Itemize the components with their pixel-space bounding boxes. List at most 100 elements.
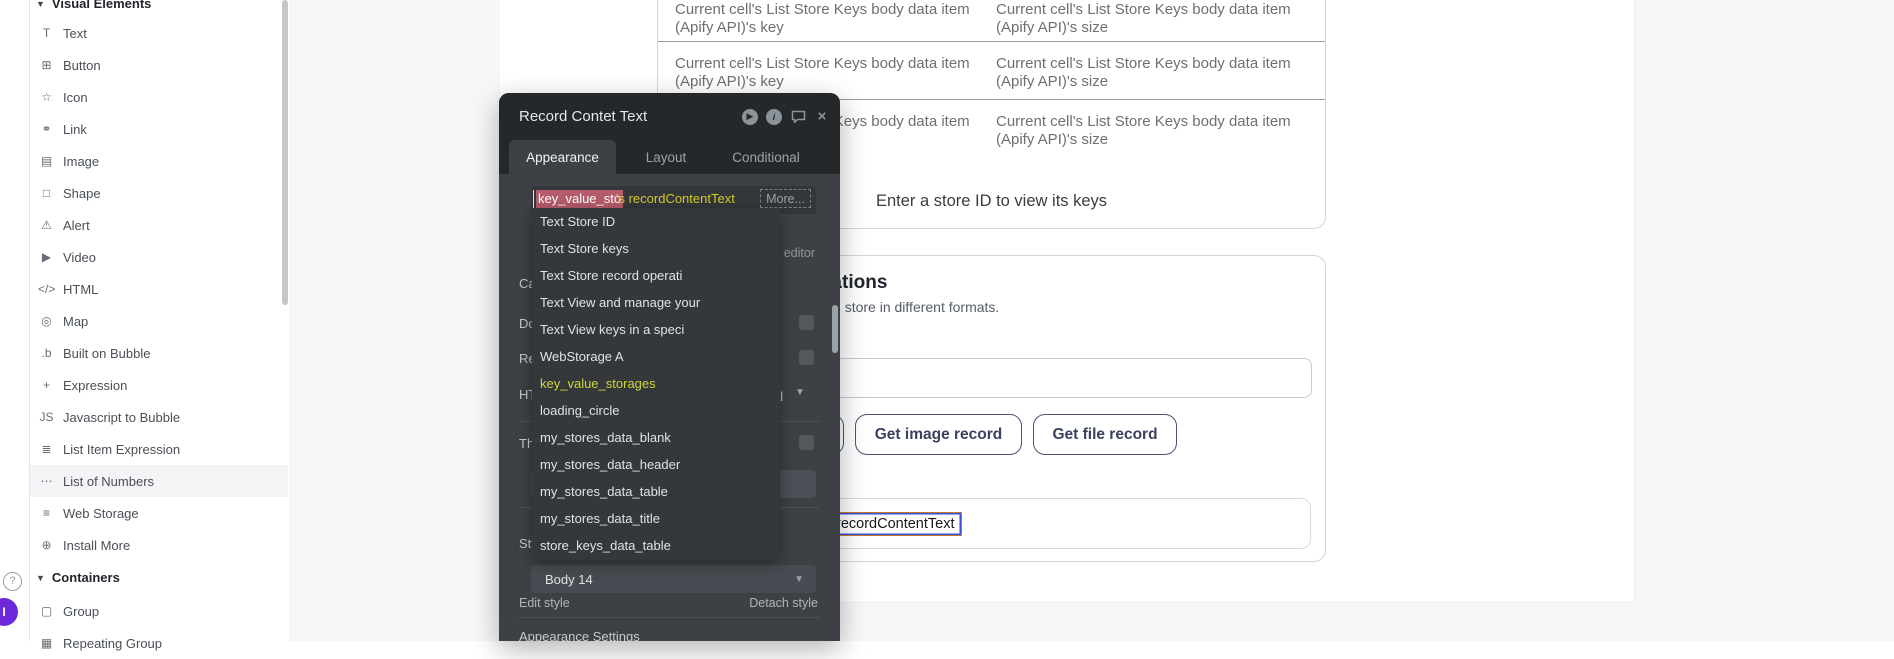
palette-item[interactable]: ⚭ Link — [30, 113, 288, 145]
autocomplete-option[interactable]: store_keys_data_table — [532, 532, 780, 559]
get-file-record-button[interactable]: Get file record — [1033, 414, 1177, 455]
palette-item[interactable]: □ Shape — [30, 177, 288, 209]
autocomplete-option[interactable]: my_stores_data_header — [532, 451, 780, 478]
autocomplete-option[interactable]: my_stores_data_blank — [532, 424, 780, 451]
info-icon[interactable]: i — [766, 109, 782, 125]
palette-item-label: Button — [63, 58, 101, 73]
autocomplete-option[interactable]: my_stores_data_table — [532, 478, 780, 505]
tab-layout[interactable]: Layout — [634, 140, 698, 174]
palette-item-list: T Text ⊞ Button ☆ Icon ⚭ Link ▤ Image □ … — [30, 17, 288, 561]
palette-item[interactable]: JS Javascript to Bubble — [30, 401, 288, 433]
palette-item[interactable]: ≣ List Item Expression — [30, 433, 288, 465]
palette-item-icon: .b — [38, 346, 55, 360]
key-cell: Current cell's List Store Keys body data… — [675, 1, 977, 41]
palette-item-label: Text — [63, 26, 87, 41]
autocomplete-option[interactable]: Text Store record operati — [532, 262, 780, 289]
palette-item-label: Web Storage — [63, 506, 139, 521]
help-button[interactable]: ? — [3, 572, 22, 591]
more-options[interactable]: More... — [760, 189, 811, 208]
panel-header[interactable]: Record Contet Text ▶ i × — [499, 93, 840, 140]
checkbox[interactable] — [799, 350, 814, 365]
size-cell: Current cell's List Store Keys body data… — [996, 55, 1316, 99]
autocomplete-dropdown: Text Store IDText Store keysText Store r… — [532, 208, 780, 560]
palette-item-label: Repeating Group — [63, 636, 162, 651]
palette-item-label: Image — [63, 154, 99, 169]
chevron-down-icon: ▼ — [794, 574, 804, 585]
palette-item-icon: + — [38, 378, 55, 392]
keys-row[interactable]: Current cell's List Store Keys body data… — [658, 42, 1325, 100]
palette-item-label: Map — [63, 314, 88, 329]
edit-style-link[interactable]: Edit style — [519, 596, 570, 610]
palette-item[interactable]: ☆ Icon — [30, 81, 288, 113]
palette-item-icon: ⚭ — [38, 122, 55, 136]
palette-item[interactable]: ◎ Map — [30, 305, 288, 337]
palette-item[interactable]: </> HTML — [30, 273, 288, 305]
style-select[interactable]: Body 14 ▼ — [531, 565, 816, 593]
tab-conditional[interactable]: Conditional — [723, 140, 809, 174]
get-image-record-button[interactable]: Get image record — [855, 414, 1022, 455]
autocomplete-option[interactable]: WebStorage A — [532, 343, 780, 370]
palette-item-label: Javascript to Bubble — [63, 410, 180, 425]
palette-item[interactable]: ⊞ Button — [30, 49, 288, 81]
palette-item-icon: </> — [38, 282, 55, 296]
detach-style-link[interactable]: Detach style — [749, 596, 818, 610]
container-item-list: ▢ Group ▦ Repeating Group — [30, 595, 288, 659]
autocomplete-option[interactable]: Text View and manage your — [532, 289, 780, 316]
panel-tabbar: Appearance Layout Conditional — [499, 140, 840, 174]
text-cursor — [533, 190, 534, 208]
palette-item[interactable]: ≡ Web Storage — [30, 497, 288, 529]
palette-item-label: Video — [63, 250, 96, 265]
palette-item[interactable]: ▢ Group — [30, 595, 288, 627]
palette-item-label: Shape — [63, 186, 101, 201]
autocomplete-option[interactable]: loading_circle — [532, 397, 780, 424]
property-editor-panel[interactable]: Record Contet Text ▶ i × Appearance Layo… — [499, 93, 840, 641]
checkbox[interactable] — [799, 435, 814, 450]
palette-item[interactable]: ▦ Repeating Group — [30, 627, 288, 659]
palette-item-icon: ☆ — [38, 90, 55, 104]
dropdown-scrollbar[interactable] — [832, 305, 838, 353]
palette-item-icon: ⊞ — [38, 58, 55, 72]
selected-expression-token[interactable]: key_value_sto — [536, 190, 623, 208]
palette-item[interactable]: ⋯ List of Numbers — [30, 465, 288, 497]
containers-header[interactable]: ▼ Containers — [36, 570, 120, 585]
preview-play-icon[interactable]: ▶ — [742, 109, 758, 125]
autocomplete-option[interactable]: Text Store ID — [532, 208, 780, 235]
elements-palette: ▼ Visual Elements T Text ⊞ Button ☆ Icon… — [30, 0, 288, 641]
palette-item[interactable]: ⚠ Alert — [30, 209, 288, 241]
visual-elements-header[interactable]: ▼ Visual Elements — [36, 0, 151, 11]
palette-item[interactable]: .b Built on Bubble — [30, 337, 288, 369]
tab-appearance[interactable]: Appearance — [509, 140, 616, 174]
keys-row[interactable]: Current cell's List Store Keys body data… — [658, 0, 1325, 42]
palette-item-icon: ≣ — [38, 442, 55, 456]
expression-suffix[interactable]: 's recordContentText — [616, 190, 735, 208]
checkbox[interactable] — [799, 315, 814, 330]
chevron-down-icon: ▼ — [36, 0, 45, 9]
size-cell: Current cell's List Store Keys body data… — [996, 1, 1316, 41]
palette-item[interactable]: ⊕ Install More — [30, 529, 288, 561]
palette-item-label: Expression — [63, 378, 127, 393]
palette-item-icon: ▦ — [38, 636, 55, 650]
appearance-settings-header: Appearance Settings — [519, 629, 640, 641]
palette-item-icon: □ — [38, 186, 55, 200]
palette-item-label: HTML — [63, 282, 98, 297]
autocomplete-option[interactable]: Text View keys in a speci — [532, 316, 780, 343]
palette-item[interactable]: ▶ Video — [30, 241, 288, 273]
close-icon[interactable]: × — [814, 109, 830, 125]
sidebar-scrollbar[interactable] — [282, 0, 288, 305]
palette-item[interactable]: + Expression — [30, 369, 288, 401]
autocomplete-option[interactable]: Text Store keys — [532, 235, 780, 262]
size-cell: Current cell's List Store Keys body data… — [996, 113, 1316, 158]
panel-title: Record Contet Text — [519, 108, 647, 125]
autocomplete-option[interactable]: key_value_storages — [532, 370, 780, 397]
containers-label: Containers — [52, 570, 120, 585]
palette-item-icon: ◎ — [38, 314, 55, 328]
palette-item[interactable]: T Text — [30, 17, 288, 49]
comment-icon[interactable] — [790, 109, 806, 125]
autocomplete-option[interactable]: my_stores_data_title — [532, 505, 780, 532]
style-select-value: Body 14 — [545, 572, 593, 587]
palette-item[interactable]: ▤ Image — [30, 145, 288, 177]
palette-item-label: Icon — [63, 90, 88, 105]
chevron-down-icon: ▼ — [795, 387, 805, 398]
avatar[interactable]: I — [0, 598, 18, 626]
palette-item-label: Built on Bubble — [63, 346, 150, 361]
